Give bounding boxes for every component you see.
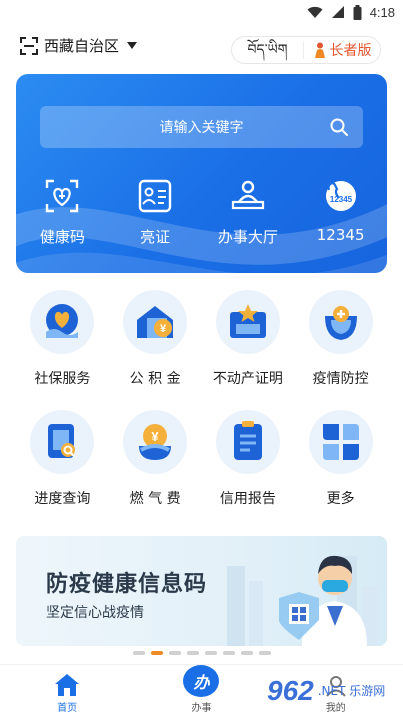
elder-mode-label: 长者版 xyxy=(329,43,372,59)
service-icon-wrap: ¥ xyxy=(123,410,188,474)
quick-label: 亮证 xyxy=(140,228,171,246)
service-icon-wrap xyxy=(30,410,95,474)
doctor-illustration xyxy=(227,555,378,646)
carousel-dot[interactable] xyxy=(168,651,181,655)
progress-query-icon xyxy=(48,424,77,458)
region-label: 西藏自治区 xyxy=(44,37,120,55)
service-real-estate[interactable]: 不动产证明 xyxy=(202,290,295,410)
svg-text:12345: 12345 xyxy=(330,195,353,204)
promo-subtitle: 坚定信心战疫情 xyxy=(46,605,144,621)
status-bar: 4:18 xyxy=(0,0,403,24)
carousel-dot[interactable] xyxy=(240,651,253,655)
service-label: 燃 气 费 xyxy=(129,491,181,507)
scan-icon[interactable] xyxy=(20,36,38,55)
service-gas-fee[interactable]: ¥ 燃 气 费 xyxy=(109,410,202,530)
svg-text:¥: ¥ xyxy=(152,429,160,444)
service-label: 不动产证明 xyxy=(212,371,283,387)
tibetan-language-button[interactable]: བོད་ཡིག xyxy=(232,41,304,59)
quick-label: 12345 xyxy=(316,226,365,244)
battery-icon xyxy=(353,4,362,20)
service-label: 公 积 金 xyxy=(129,371,181,387)
service-label: 社保服务 xyxy=(34,371,91,387)
service-progress-query[interactable]: 进度查询 xyxy=(16,410,109,530)
mode-switch: བོད་ཡིག 长者版 xyxy=(231,36,381,64)
promo-title: 防疫健康信息码 xyxy=(46,572,208,597)
service-credit-report[interactable]: 信用报告 xyxy=(202,410,295,530)
quick-show-id[interactable]: 亮证 xyxy=(109,178,202,247)
service-row: 进度查询 ¥ 燃 气 费 信用报告 更多 xyxy=(16,410,387,530)
carousel-dot[interactable] xyxy=(132,651,145,655)
hero-banner: 请输入关键字 健康码 亮证 办事大厅 12345 12345 xyxy=(16,74,387,273)
service-housing-fund[interactable]: ¥ 公 积 金 xyxy=(109,290,202,410)
nav-home-label: 首页 xyxy=(57,703,78,714)
promo-banner[interactable]: 防疫健康信息码 坚定信心战疫情 xyxy=(16,536,387,646)
service-grid: 社保服务 ¥ 公 积 金 不动产证明 疫情防控 进度查询 ¥ 燃 气 费 信用报… xyxy=(16,290,387,530)
service-icon-wrap xyxy=(308,290,373,354)
signal-icon xyxy=(331,6,344,18)
quick-label: 健康码 xyxy=(39,228,85,246)
status-icons: 4:18 xyxy=(307,3,395,21)
credit-report-icon xyxy=(233,421,262,460)
site-watermark: 962 .NET 乐游网 xyxy=(267,668,397,714)
carousel-dot[interactable] xyxy=(222,651,235,655)
home-icon xyxy=(55,674,80,696)
carousel-indicator xyxy=(0,651,403,655)
service-more[interactable]: 更多 xyxy=(294,410,387,530)
id-card-icon xyxy=(138,179,172,213)
header: 西藏自治区 བོད་ཡིག 长者版 xyxy=(0,24,403,72)
service-label: 疫情防控 xyxy=(312,371,369,387)
watermark-number: 962 xyxy=(267,675,314,706)
search-icon[interactable] xyxy=(329,117,349,137)
health-code-icon xyxy=(46,179,79,213)
search-input[interactable]: 请输入关键字 xyxy=(160,117,244,137)
carousel-dot[interactable] xyxy=(204,651,217,655)
svg-text:¥: ¥ xyxy=(160,323,167,335)
social-security-icon xyxy=(46,304,79,338)
service-label: 进度查询 xyxy=(34,491,91,507)
service-social-security[interactable]: 社保服务 xyxy=(16,290,109,410)
carousel-dot[interactable] xyxy=(186,651,199,655)
service-label: 更多 xyxy=(326,491,355,507)
service-icon-wrap: ¥ xyxy=(123,290,188,354)
service-icon-wrap xyxy=(30,290,95,354)
service-label: 信用报告 xyxy=(219,491,276,507)
search-bar[interactable]: 请输入关键字 xyxy=(40,106,363,148)
elder-person-icon xyxy=(314,42,325,58)
nav-handle[interactable]: 办 办事 xyxy=(134,665,268,718)
carousel-dot[interactable] xyxy=(258,651,271,655)
more-icon xyxy=(322,424,359,460)
watermark-text: .NET 乐游网 xyxy=(317,684,386,698)
wifi-icon xyxy=(307,6,323,18)
handle-glyph: 办 xyxy=(193,673,210,692)
carousel-dot[interactable] xyxy=(150,651,163,655)
housing-fund-icon: ¥ xyxy=(137,306,174,338)
chevron-down-icon xyxy=(127,42,138,49)
service-epidemic-control[interactable]: 疫情防控 xyxy=(294,290,387,410)
hotline-12345-icon: 12345 xyxy=(325,181,356,211)
quick-label: 办事大厅 xyxy=(217,228,278,246)
nav-handle-label: 办事 xyxy=(191,703,212,714)
quick-actions: 健康码 亮证 办事大厅 12345 12345 xyxy=(16,178,387,247)
service-row: 社保服务 ¥ 公 积 金 不动产证明 疫情防控 xyxy=(16,290,387,410)
quick-hotline[interactable]: 12345 12345 xyxy=(294,178,387,247)
handle-icon: 办 xyxy=(183,665,220,697)
service-icon-wrap xyxy=(215,410,280,474)
epidemic-control-icon xyxy=(324,306,357,340)
quick-service-hall[interactable]: 办事大厅 xyxy=(202,178,295,247)
service-hall-icon xyxy=(231,180,264,210)
region-selector[interactable]: 西藏自治区 xyxy=(20,35,138,56)
quick-health-code[interactable]: 健康码 xyxy=(16,178,109,247)
elder-mode-button[interactable]: 长者版 xyxy=(304,40,380,60)
real-estate-icon xyxy=(229,304,266,338)
service-icon-wrap xyxy=(215,290,280,354)
status-time: 4:18 xyxy=(369,4,395,20)
nav-home[interactable]: 首页 xyxy=(0,665,134,718)
service-icon-wrap xyxy=(308,410,373,474)
gas-fee-icon: ¥ xyxy=(139,424,172,460)
